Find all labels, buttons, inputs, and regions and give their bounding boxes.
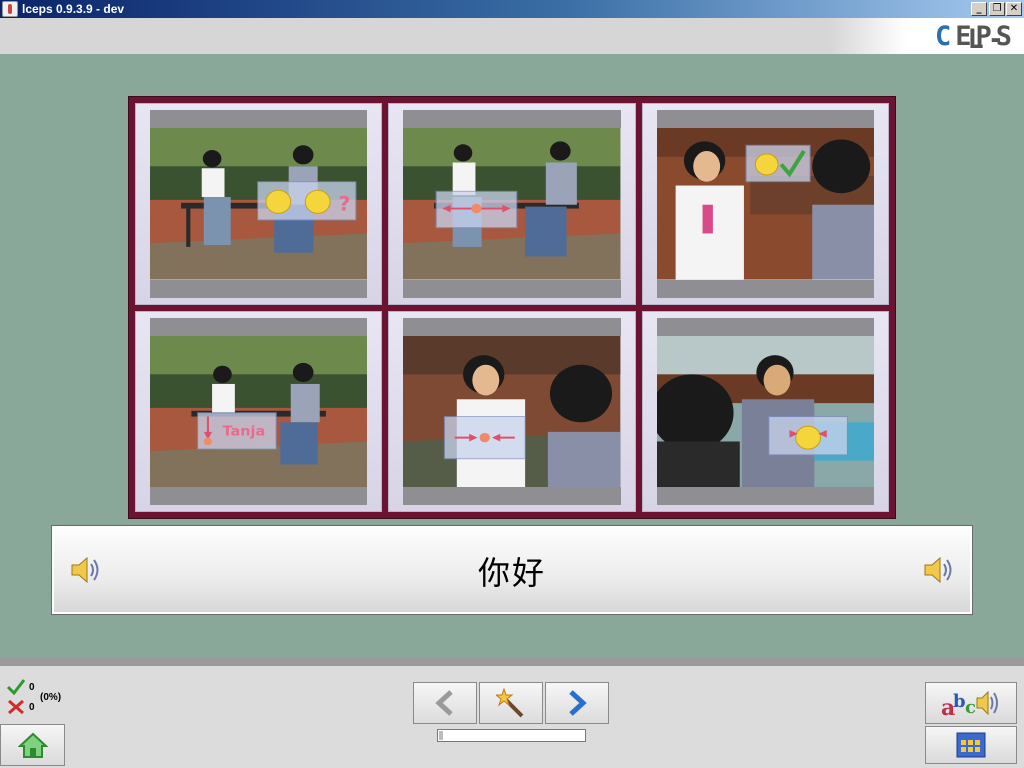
speaker-icon[interactable] <box>921 554 957 586</box>
abc-speaker-icon: a b c <box>941 690 998 721</box>
picture-card-3[interactable] <box>641 103 889 305</box>
home-button[interactable] <box>0 724 65 766</box>
arrow-right-icon <box>569 690 587 716</box>
picture-card-2[interactable] <box>388 103 636 305</box>
title-bar: lceps 0.9.3.9 - dev _ ❐ ✕ <box>0 0 1024 18</box>
photo-two-people-bench: ? <box>150 128 368 280</box>
logo: L- CEPS <box>829 18 1024 55</box>
name-tag-label: Tanja <box>222 424 265 439</box>
app-icon <box>2 1 18 17</box>
card-top-bar <box>656 317 874 336</box>
svg-text:?: ? <box>338 192 350 215</box>
close-button[interactable]: ✕ <box>1006 2 1022 16</box>
previous-button[interactable] <box>413 682 477 724</box>
photo-girl-smiling <box>656 128 874 280</box>
header: L- CEPS <box>0 18 1024 55</box>
photo-girl-arrows-inward <box>403 335 621 487</box>
photo-two-people-apart <box>403 128 621 280</box>
logo-text-left: L- <box>967 24 1008 55</box>
picture-card-4[interactable]: Tanja <box>135 310 383 512</box>
picture-card-1[interactable]: ? <box>135 103 383 305</box>
picture-card-5[interactable] <box>388 310 636 512</box>
spelling-audio-button[interactable]: a b c <box>925 682 1017 724</box>
card-bottom-bar <box>150 487 368 505</box>
restore-button[interactable]: ❐ <box>989 2 1005 16</box>
photo-boy-face-inward <box>656 335 874 487</box>
logo-text-accent: C <box>934 21 956 52</box>
card-top-bar <box>150 317 368 336</box>
svg-text:b: b <box>953 691 966 712</box>
card-bottom-bar <box>150 279 368 298</box>
magic-wand-icon <box>496 688 524 718</box>
bottom-toolbar: 0 (0%) 0 a b c <box>0 658 1024 768</box>
card-bottom-bar <box>656 487 874 505</box>
cross-icon <box>8 699 24 715</box>
progress-fill <box>439 731 443 740</box>
grid-icon <box>956 732 986 758</box>
minimize-button[interactable]: _ <box>971 2 987 16</box>
sentence-text: 你好 <box>477 554 546 592</box>
arrow-left-icon <box>435 690 453 716</box>
home-icon <box>17 732 48 758</box>
hint-button[interactable] <box>479 682 543 724</box>
card-top-bar <box>656 110 874 128</box>
picture-grid: ? Tanja <box>128 96 896 519</box>
window-title: lceps 0.9.3.9 - dev <box>22 2 125 16</box>
photo-two-people-name: Tanja <box>150 335 368 487</box>
picture-card-6[interactable] <box>641 310 889 512</box>
svg-text:c: c <box>965 697 976 718</box>
card-top-bar <box>150 110 368 128</box>
menu-grid-button[interactable] <box>925 726 1017 764</box>
card-bottom-bar <box>403 279 621 298</box>
next-button[interactable] <box>545 682 609 724</box>
check-icon <box>6 679 26 696</box>
card-bottom-bar <box>656 279 874 298</box>
correct-count: 0 <box>29 682 35 693</box>
card-bottom-bar <box>403 487 621 505</box>
wrong-count: 0 <box>29 702 35 713</box>
progress-bar <box>437 729 586 742</box>
score-percent: (0%) <box>40 692 62 703</box>
card-top-bar <box>403 317 621 336</box>
sentence-panel: 你好 <box>51 525 973 615</box>
card-top-bar <box>403 110 621 128</box>
